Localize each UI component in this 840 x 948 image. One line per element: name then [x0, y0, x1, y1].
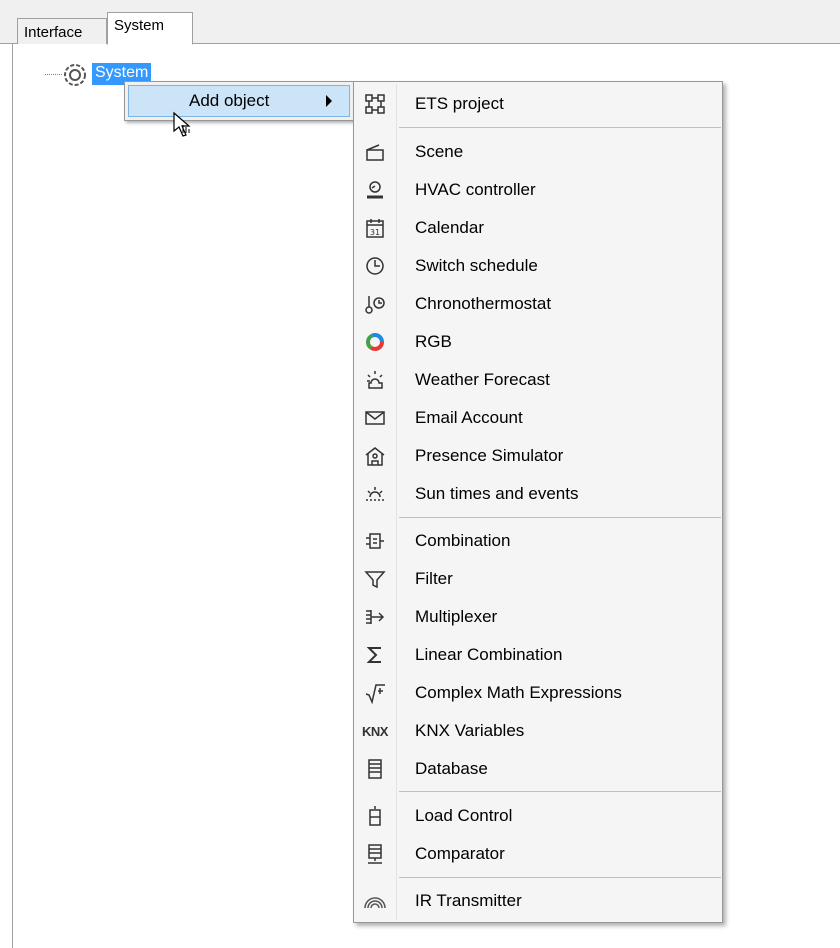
menu-item-label: Database: [415, 759, 488, 778]
menu-separator: [399, 127, 721, 128]
load-control-icon: [364, 805, 386, 827]
svg-text:31: 31: [370, 228, 380, 237]
menu-separator: [399, 791, 721, 792]
menu-item-linear-combination[interactable]: Linear Combination: [356, 636, 720, 673]
menu-item-comparator[interactable]: Comparator: [356, 835, 720, 872]
tree-connector-line: [45, 74, 62, 75]
menu-item-label: KNX Variables: [415, 721, 525, 740]
menu-item-label: Filter: [415, 569, 453, 588]
submenu-arrow-icon: [326, 95, 332, 107]
weather-sun-cloud-icon: [364, 369, 386, 391]
mouse-pointer-icon: [172, 111, 198, 151]
menu-item-label: Combination: [415, 531, 511, 550]
menu-item-label: Sun times and events: [415, 484, 579, 503]
house-icon: [364, 445, 386, 467]
menu-item-label: Presence Simulator: [415, 446, 564, 465]
tab-interface[interactable]: Interface: [17, 18, 107, 44]
database-icon: [364, 758, 386, 780]
menu-item-weather-forecast[interactable]: Weather Forecast: [356, 361, 720, 398]
menu-item-chronothermostat[interactable]: Chronothermostat: [356, 285, 720, 322]
menu-item-multiplexer[interactable]: Multiplexer: [356, 598, 720, 635]
add-object-label: Add object: [189, 91, 270, 110]
menu-item-label: Linear Combination: [415, 645, 563, 664]
menu-item-label: ETS project: [415, 94, 504, 113]
sigma-icon: [364, 644, 386, 666]
menu-item-label: Comparator: [415, 844, 505, 863]
menu-item-label: Chronothermostat: [415, 294, 552, 313]
menu-item-ets-project[interactable]: ETS project: [356, 85, 720, 122]
chronothermostat-icon: [364, 293, 386, 315]
add-object-menu-item[interactable]: Add object: [128, 85, 350, 117]
hvac-controller-icon: [364, 179, 386, 201]
menu-item-presence-simulator[interactable]: Presence Simulator: [356, 437, 720, 474]
email-envelope-icon: [364, 407, 386, 429]
menu-item-label: Multiplexer: [415, 607, 498, 626]
menu-item-knx-variables[interactable]: KNX KNX Variables: [356, 712, 720, 749]
menu-item-load-control[interactable]: Load Control: [356, 797, 720, 834]
menu-separator: [399, 517, 721, 518]
menu-item-label: Weather Forecast: [415, 370, 550, 389]
menu-item-label: Switch schedule: [415, 256, 538, 275]
comparator-icon: [364, 843, 386, 865]
menu-separator: [399, 877, 721, 878]
menu-item-label: Complex Math Expressions: [415, 683, 622, 702]
clock-icon: [364, 255, 386, 277]
ir-transmitter-icon: [364, 890, 386, 912]
menu-item-label: Scene: [415, 142, 464, 161]
square-root-icon: [364, 682, 386, 704]
menu-item-calendar[interactable]: 31 Calendar: [356, 209, 720, 246]
tab-strip: Interface System: [0, 0, 840, 45]
knx-icon: KNX: [362, 723, 388, 739]
menu-item-label: HVAC controller: [415, 180, 536, 199]
filter-funnel-icon: [364, 568, 386, 590]
menu-item-switch-schedule[interactable]: Switch schedule: [356, 247, 720, 284]
menu-item-email-account[interactable]: Email Account: [356, 399, 720, 436]
sunrise-icon: [364, 483, 386, 505]
menu-item-complex-math[interactable]: Complex Math Expressions: [356, 674, 720, 711]
menu-item-combination[interactable]: Combination: [356, 522, 720, 559]
menu-item-label: Load Control: [415, 806, 513, 825]
ets-project-icon: [364, 93, 386, 115]
tab-system[interactable]: System: [107, 12, 193, 45]
menu-item-filter[interactable]: Filter: [356, 560, 720, 597]
menu-item-database[interactable]: Database: [356, 750, 720, 787]
menu-item-label: IR Transmitter: [415, 891, 522, 910]
menu-item-label: RGB: [415, 332, 452, 351]
menu-item-rgb[interactable]: RGB: [356, 323, 720, 360]
combination-icon: [364, 530, 386, 552]
tab-interface-label: Interface: [24, 24, 83, 41]
menu-item-sun-times[interactable]: Sun times and events: [356, 475, 720, 512]
menu-item-ir-transmitter[interactable]: IR Transmitter: [356, 882, 720, 919]
menu-item-scene[interactable]: Scene: [356, 133, 720, 170]
context-menu: Add object: [124, 81, 354, 121]
calendar-icon: 31: [364, 217, 386, 239]
menu-item-label: Calendar: [415, 218, 484, 237]
rgb-color-wheel-icon: [364, 331, 386, 353]
scene-icon: [364, 141, 386, 163]
menu-item-label: Email Account: [415, 408, 523, 427]
system-gear-icon: [62, 62, 88, 88]
tab-system-label: System: [114, 17, 165, 34]
menu-item-hvac-controller[interactable]: HVAC controller: [356, 171, 720, 208]
multiplexer-icon: [364, 606, 386, 628]
add-object-submenu: ETS project Scene HVAC controller 31 Cal…: [353, 81, 723, 923]
